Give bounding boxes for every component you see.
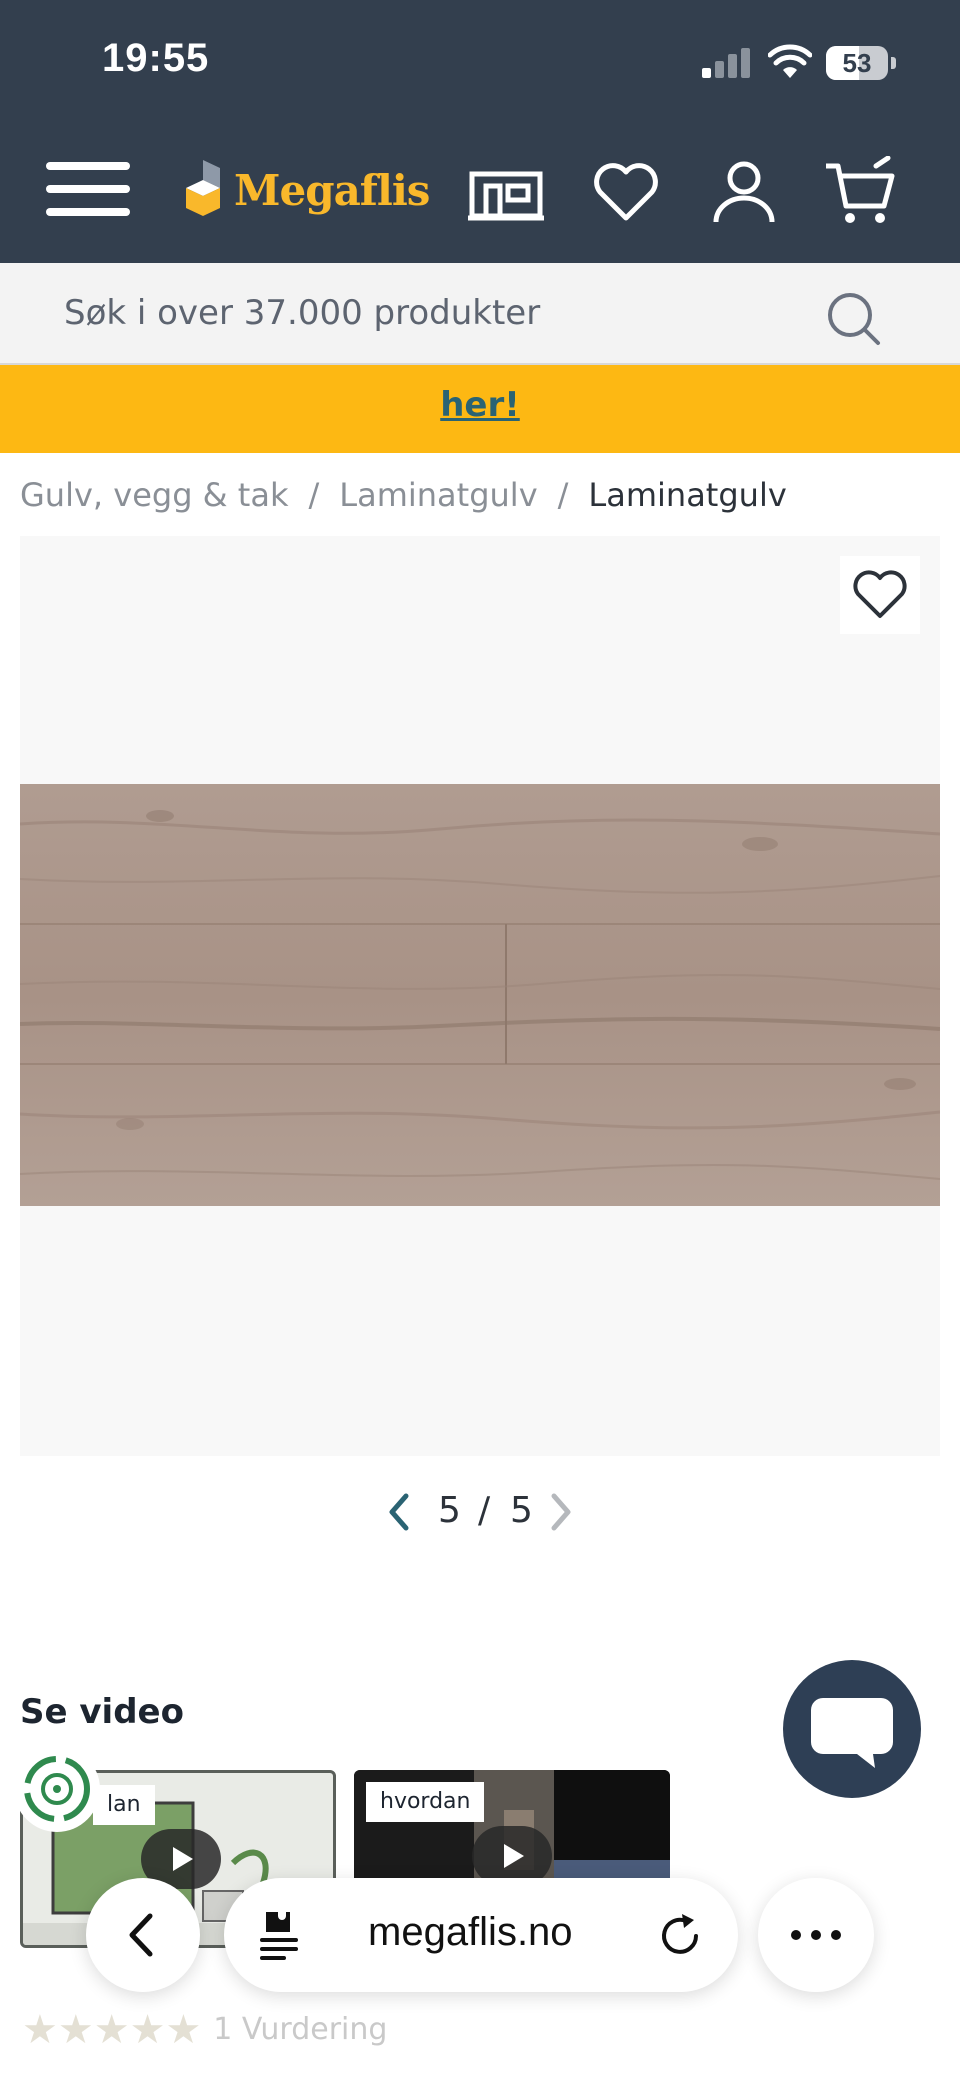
search-bar[interactable]: Søk i over 37.000 produkter [0,263,960,365]
banner-link[interactable]: her! [0,385,960,425]
star-icon: ★ [165,2007,202,2053]
chevron-left-icon [129,1913,153,1957]
rating-count[interactable]: 1 Vurdering [213,2010,387,2050]
star-icon: ★ [22,2007,58,2053]
gallery-pager: 5 / 5 [380,1484,580,1540]
add-to-wishlist-button[interactable] [840,556,920,634]
top-header: 19:55 53 Megaflis [0,0,960,263]
cart-icon[interactable] [822,156,902,228]
product-image-laminate [20,784,940,1206]
breadcrumb-separator: / [557,476,569,514]
gallery-total: 5 [510,1490,533,1531]
eco-badge[interactable] [14,1746,100,1832]
screen: 19:55 53 Megaflis Søk i over 37.000 prod… [0,0,960,2078]
cellular-signal-icon [702,48,750,78]
breadcrumb: Gulv, vegg & tak / Laminatgulv / Laminatgulv [20,476,787,514]
page-menu-icon[interactable] [254,1908,310,1964]
star-icon: ★ [93,2007,130,2053]
wifi-icon [768,44,812,78]
heart-outline-icon [853,570,907,618]
breadcrumb-item[interactable]: Laminatgulv [339,476,537,514]
url-text[interactable]: megaflis.no [368,1910,573,1955]
chevron-left-icon[interactable] [386,1492,412,1532]
product-gallery[interactable] [20,536,940,1456]
browser-more-button[interactable] [758,1878,874,1992]
browser-back-button[interactable] [86,1878,200,1992]
star-icon: ★ [57,2007,94,2053]
status-time: 19:55 [102,36,210,80]
breadcrumb-separator: / [308,476,320,514]
gallery-current-index: 5 [438,1490,461,1531]
breadcrumb-item[interactable]: Gulv, vegg & tak [20,476,288,514]
chat-button[interactable] [783,1660,921,1798]
play-button[interactable] [472,1826,552,1886]
logo-mark-icon [186,160,220,216]
battery-level: 53 [842,48,872,78]
video-section-title: Se video [20,1692,184,1732]
recycle-icon [24,1756,90,1822]
video-label: hvordan [366,1782,485,1822]
store-icon[interactable] [466,156,546,228]
breadcrumb-current: Laminatgulv [588,476,787,514]
reload-icon[interactable] [652,1908,708,1964]
play-icon [504,1844,524,1868]
video-label: lan [93,1785,155,1825]
user-icon[interactable] [704,156,784,228]
menu-button[interactable] [46,158,130,220]
search-input[interactable]: Søk i over 37.000 produkter [64,293,540,333]
gallery-separator: / [478,1490,491,1531]
rating[interactable]: ★★★★★ 1 Vurdering [22,2010,387,2050]
chevron-right-icon[interactable] [548,1492,574,1532]
logo-text: Megaflis [234,166,430,215]
chat-bubble-icon [811,1698,893,1768]
browser-address-bar[interactable]: megaflis.no [224,1878,738,1992]
more-icon [791,1930,841,1940]
promo-banner: her! [0,365,960,453]
star-icon: ★ [129,2007,166,2053]
search-icon[interactable] [824,289,882,347]
battery-icon: 53 [826,46,896,80]
megaflis-logo[interactable]: Megaflis [176,156,436,226]
heart-icon[interactable] [586,156,666,228]
